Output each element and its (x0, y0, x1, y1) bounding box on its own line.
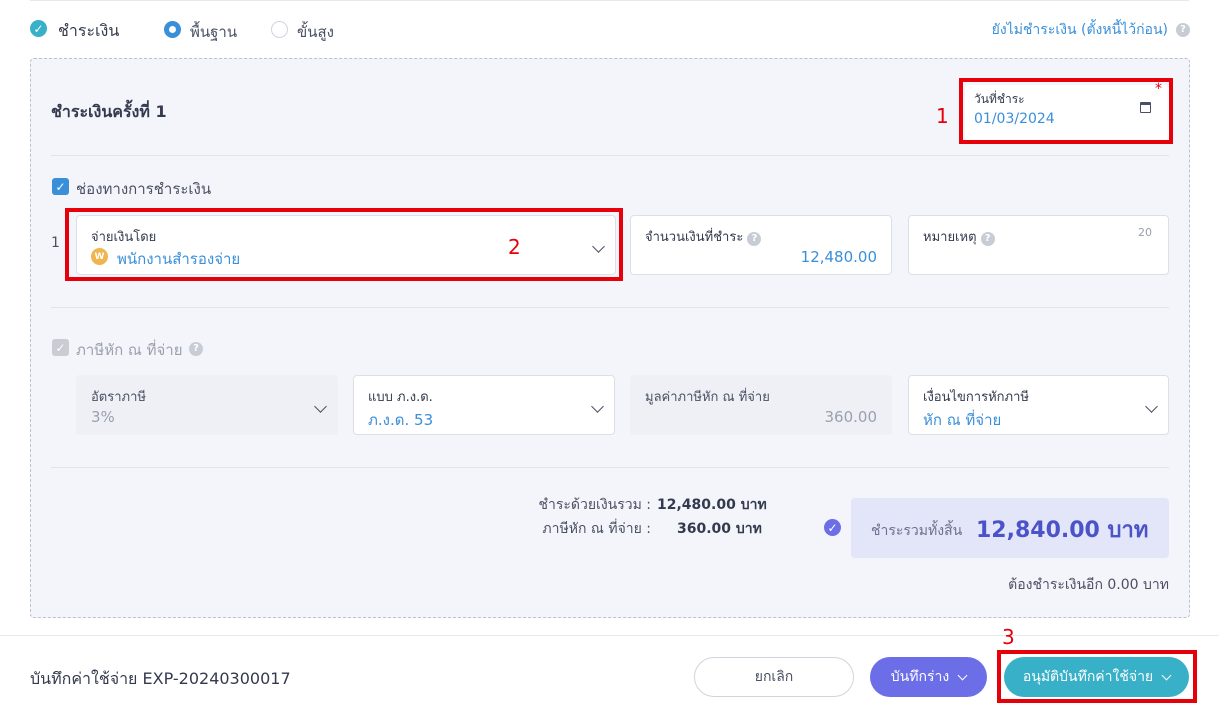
top-divider (30, 0, 1189, 1)
chevron-down-icon (591, 400, 604, 413)
tax-rate-select[interactable]: อัตราภาษี 3% (76, 375, 338, 435)
wht-amount-value: 360.00 (824, 408, 878, 426)
annotation-box-2 (65, 208, 623, 281)
withholding-help-icon[interactable]: ? (189, 342, 203, 356)
grand-total-box: ชำระรวมทั้งสิ้น 12,840.00 บาท (851, 498, 1169, 558)
paid-total-label: ชำระด้วยเงินรวม : (538, 497, 651, 513)
save-draft-button[interactable]: บันทึกร่าง (870, 657, 987, 697)
payment-channel-checkbox[interactable]: ✓ (52, 178, 69, 195)
unpaid-help-icon[interactable]: ? (1176, 23, 1190, 37)
wht-amount-label: มูลค่าภาษีหัก ณ ที่จ่าย (645, 390, 770, 405)
note-help-icon[interactable]: ? (980, 232, 995, 246)
tax-form-label: แบบ ภ.ง.ด. (368, 390, 433, 405)
amount-help-icon[interactable]: ? (747, 232, 762, 246)
tax-form-select[interactable]: แบบ ภ.ง.ด. ภ.ง.ด. 53 (353, 375, 615, 435)
annotation-number-3: 3 (1002, 625, 1015, 649)
wht-amount-field: มูลค่าภาษีหัก ณ ที่จ่าย 360.00 (630, 375, 892, 435)
payment-round-title: ชำระเงินครั้งที่ 1 (51, 102, 167, 121)
document-title: บันทึกค่าใช้จ่าย EXP-20240300017 (30, 669, 291, 688)
payment-toggle-label: ชำระเงิน (58, 21, 120, 40)
wht-summary-label: ภาษีหัก ณ ที่จ่าย : (542, 521, 651, 537)
cancel-button[interactable]: ยกเลิก (694, 657, 854, 697)
remaining-amount: ต้องชำระเงินอีก 0.00 บาท (1008, 577, 1169, 593)
basic-mode-radio[interactable] (164, 21, 181, 38)
section-divider (51, 467, 1169, 468)
grand-total-value: 12,840.00 บาท (976, 518, 1149, 543)
advanced-mode-label[interactable]: ขั้นสูง (297, 20, 334, 44)
note-field[interactable]: หมายเหตุ ? 20 (908, 215, 1169, 275)
annotation-number-2: 2 (508, 235, 521, 259)
wht-condition-label: เงื่อนไขการหักภาษี (923, 390, 1029, 405)
grand-total-label: ชำระรวมทั้งสิ้น (871, 523, 963, 539)
annotation-number-1: 1 (936, 104, 949, 128)
payment-amount-field[interactable]: จำนวนเงินที่ชำระ ? 12,480.00 (630, 215, 892, 275)
annotation-box-3 (997, 650, 1197, 703)
section-divider (51, 155, 1169, 156)
section-divider (51, 307, 1169, 308)
chevron-down-icon (957, 670, 968, 680)
advanced-mode-radio[interactable] (271, 21, 288, 38)
withholding-label: ภาษีหัก ณ ที่จ่าย (76, 341, 183, 359)
chevron-down-icon (1145, 400, 1158, 413)
paid-total-value: 12,480.00 บาท (657, 497, 767, 513)
note-label: หมายเหตุ ? (923, 226, 995, 247)
basic-mode-label[interactable]: พื้นฐาน (190, 20, 237, 44)
note-char-counter: 20 (1138, 226, 1152, 239)
channel-row-index: 1 (51, 235, 60, 251)
payment-enabled-check-icon[interactable]: ✓ (30, 20, 47, 37)
withholding-checkbox: ✓ (52, 339, 69, 356)
payment-amount-label: จำนวนเงินที่ชำระ ? (645, 226, 762, 247)
tax-rate-value: 3% (91, 408, 115, 426)
save-draft-label: บันทึกร่าง (890, 669, 950, 685)
wht-condition-value: หัก ณ ที่จ่าย (923, 411, 1002, 429)
tax-form-value: ภ.ง.ด. 53 (368, 411, 434, 429)
chevron-down-icon (314, 400, 327, 413)
payment-channel-label: ช่องทางการชำระเงิน (76, 180, 212, 198)
payment-amount-value: 12,480.00 (800, 248, 877, 266)
tax-rate-label: อัตราภาษี (91, 390, 146, 405)
wht-summary-value: 360.00 บาท (677, 521, 762, 537)
unpaid-link[interactable]: ยังไม่ชำระเงิน (ตั้งหนี้ไว้ก่อน) (980, 19, 1168, 41)
wht-condition-select[interactable]: เงื่อนไขการหักภาษี หัก ณ ที่จ่าย (908, 375, 1169, 435)
annotation-box-1 (959, 78, 1173, 144)
verified-check-icon: ✓ (824, 519, 841, 536)
